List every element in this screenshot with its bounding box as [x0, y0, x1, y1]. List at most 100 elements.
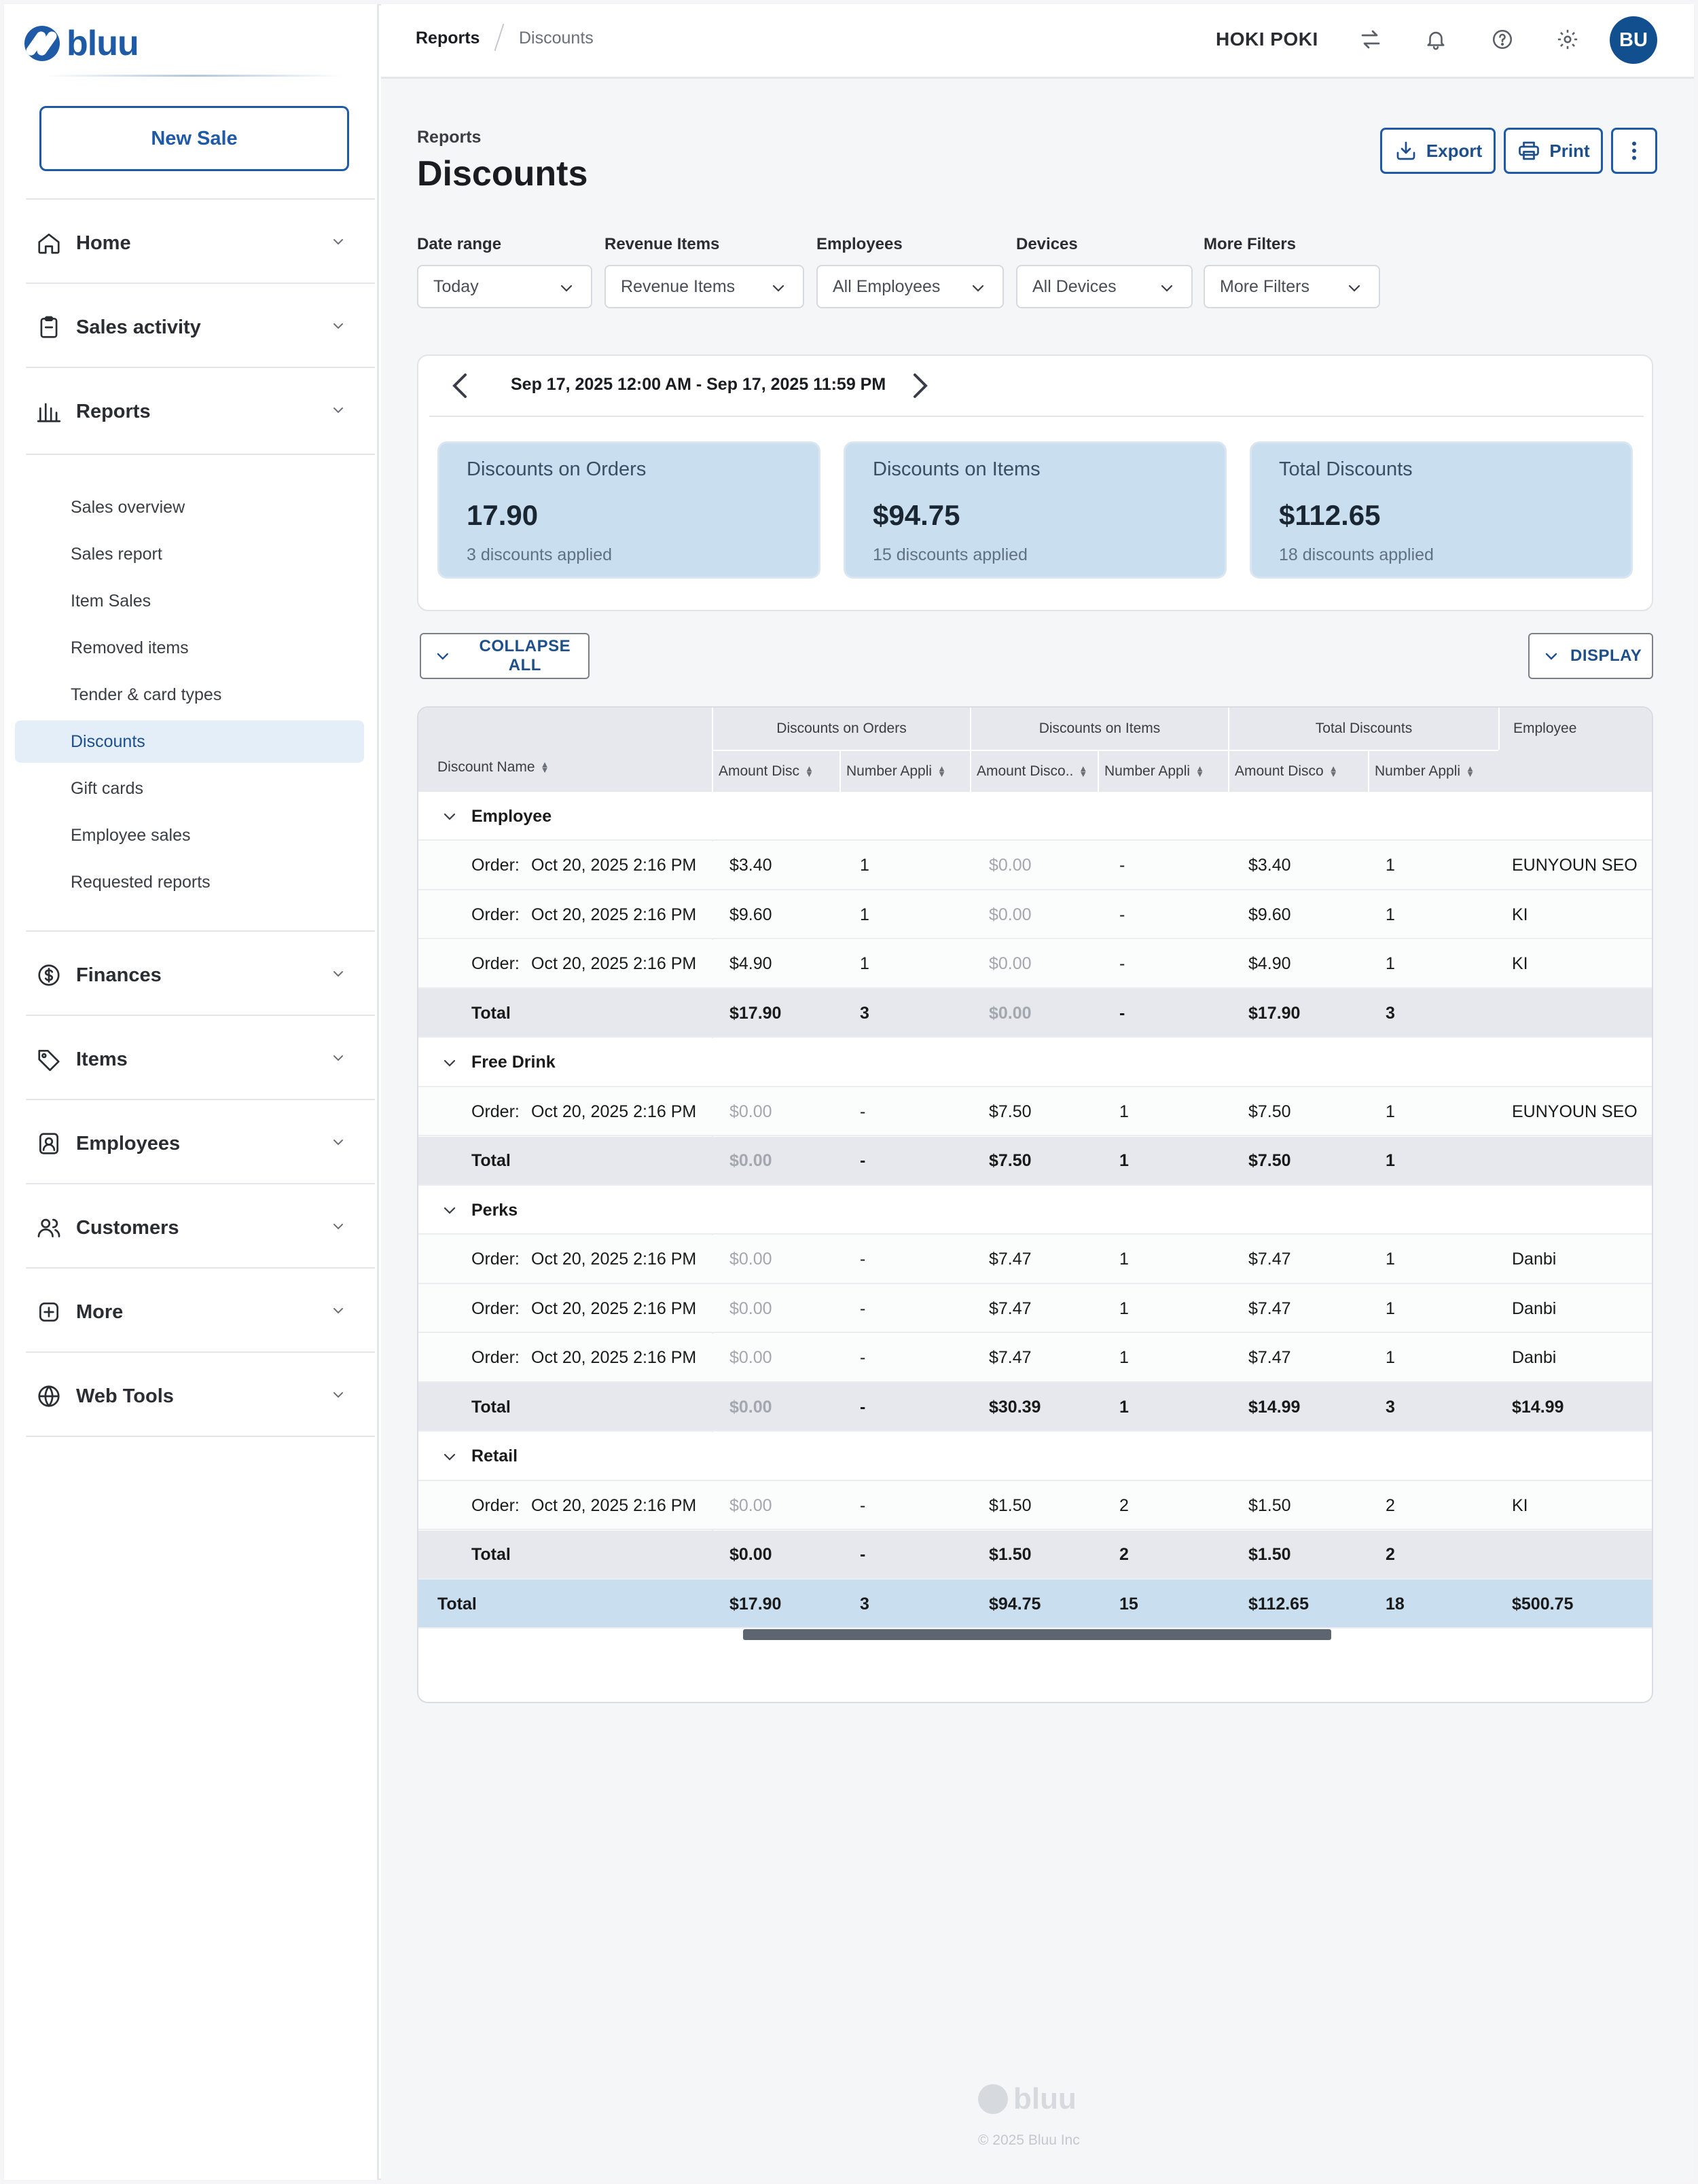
order-date[interactable]: Oct 20, 2025 2:16 PM — [531, 1334, 696, 1383]
sidebar-item-finances[interactable]: Finances — [26, 933, 375, 1017]
store-name[interactable]: HOKI POKI — [1216, 29, 1318, 50]
table-cell: $4.90 — [729, 954, 772, 973]
chevron-down-icon[interactable] — [441, 792, 458, 841]
report-link-removed-items[interactable]: Removed items — [15, 627, 364, 669]
sidebar-item-reports[interactable]: Reports — [26, 369, 375, 454]
nav-divider — [26, 930, 375, 932]
report-link-sales-overview[interactable]: Sales overview — [15, 486, 364, 528]
col-header[interactable]: Amount Disc ▲ ▼ — [712, 750, 839, 792]
group-total-label: Total — [471, 1397, 511, 1417]
table-cell: $0.00 — [729, 1151, 772, 1170]
order-date[interactable]: Oct 20, 2025 2:16 PM — [531, 1481, 696, 1530]
col-header-label: Amount Disco — [1235, 763, 1324, 779]
col-header[interactable]: Number Appli ▲ ▼ — [1098, 750, 1228, 792]
col-header[interactable]: Number Appli ▲ ▼ — [839, 750, 970, 792]
display-button[interactable]: DISPLAY — [1528, 633, 1653, 679]
order-date[interactable]: Oct 20, 2025 2:16 PM — [531, 940, 696, 989]
collapse-all-button[interactable]: COLLAPSE ALL — [420, 633, 590, 679]
print-button[interactable]: Print — [1504, 128, 1603, 174]
table-header: Discount Name ▲ ▼ Discounts on Orders Dis… — [418, 708, 1652, 792]
filter-select-revenue-items[interactable]: Revenue Items — [604, 265, 804, 308]
col-header-label: Number Appli — [1375, 763, 1461, 779]
table-row-group[interactable]: Free Drink — [418, 1038, 1652, 1087]
footer-copyright: © 2025 Bluu Inc — [978, 2132, 1080, 2148]
chevron-down-icon[interactable] — [441, 1432, 458, 1481]
gear-icon[interactable] — [1554, 26, 1581, 53]
report-link-discounts[interactable]: Discounts — [15, 721, 364, 763]
table-cell: $30.39 — [989, 1397, 1041, 1417]
order-date[interactable]: Oct 20, 2025 2:16 PM — [531, 1284, 696, 1333]
col-discount-name[interactable]: Discount Name ▲ ▼ — [437, 759, 549, 776]
order-date[interactable]: Oct 20, 2025 2:16 PM — [531, 1087, 696, 1136]
col-header[interactable]: Number Appli ▲ ▼ — [1368, 750, 1498, 792]
more-actions-button[interactable] — [1611, 128, 1657, 174]
table-row-group[interactable]: Retail — [418, 1432, 1652, 1481]
filter-select-date-range[interactable]: Today — [417, 265, 592, 308]
order-date[interactable]: Oct 20, 2025 2:16 PM — [531, 1235, 696, 1284]
sidebar-item-items[interactable]: Items — [26, 1017, 375, 1102]
table-cell: $0.00 — [729, 1298, 772, 1318]
table-cell: $500.75 — [1512, 1594, 1574, 1614]
sidebar-item-label: Items — [76, 1048, 128, 1070]
filter-select-more-filters[interactable]: More Filters — [1204, 265, 1380, 308]
col-header-label: Number Appli — [846, 763, 933, 779]
sidebar-item-sales-activity[interactable]: Sales activity — [26, 285, 375, 369]
table-cell: $0.00 — [989, 856, 1032, 875]
report-link-sales-report[interactable]: Sales report — [15, 533, 364, 575]
sidebar-item-more[interactable]: More — [26, 1270, 375, 1354]
group-header-total: Total Discounts — [1228, 708, 1498, 750]
sort-icon: ▲ ▼ — [1466, 763, 1475, 779]
table-cell: - — [860, 1250, 866, 1269]
sidebar-item-label: Web Tools — [76, 1385, 174, 1407]
order-date[interactable]: Oct 20, 2025 2:16 PM — [531, 890, 696, 939]
sidebar-item-customers[interactable]: Customers — [26, 1186, 375, 1270]
report-link-employee-sales[interactable]: Employee sales — [15, 814, 364, 856]
filter-select-employees[interactable]: All Employees — [816, 265, 1004, 308]
next-date-chevron-icon[interactable] — [911, 372, 929, 403]
brand-logo[interactable]: bluu — [24, 23, 139, 64]
sidebar-item-label: Home — [76, 232, 131, 254]
table-cell: - — [860, 1397, 866, 1417]
home-icon — [35, 230, 62, 257]
table-cell: - — [860, 1495, 866, 1515]
sort-icon: ▲ ▼ — [805, 763, 814, 779]
report-link-item-sales[interactable]: Item Sales — [15, 580, 364, 622]
user-avatar[interactable]: BU — [1610, 16, 1657, 64]
sidebar-item-label: Sales activity — [76, 316, 201, 338]
table-cell: 1 — [1119, 1151, 1129, 1170]
swap-icon[interactable] — [1357, 26, 1384, 53]
table-cell: $14.99 — [1512, 1397, 1564, 1417]
table-row-detail: Order: Oct 20, 2025 2:16 PM $4.90 1 $0.00 - $… — [418, 939, 1652, 989]
table-row-group[interactable]: Perks — [418, 1186, 1652, 1235]
card-value: $112.65 — [1279, 499, 1381, 531]
card-subtitle: 15 discounts applied — [873, 545, 1028, 564]
filter-select-devices[interactable]: All Devices — [1016, 265, 1193, 308]
users-icon — [35, 1214, 62, 1241]
chevron-down-icon — [330, 1387, 346, 1403]
export-button[interactable]: Export — [1380, 128, 1496, 174]
bluu-logo-icon — [24, 26, 60, 61]
col-header[interactable]: Amount Disco.. ▲ ▼ — [970, 750, 1098, 792]
chevron-down-icon — [330, 402, 346, 418]
chevron-down-icon[interactable] — [441, 1186, 458, 1235]
report-link-requested-reports[interactable]: Requested reports — [15, 861, 364, 903]
col-header[interactable]: Amount Disco ▲ ▼ — [1228, 750, 1368, 792]
footer-logo: bluu — [978, 2082, 1077, 2116]
prev-date-chevron-icon[interactable] — [451, 372, 469, 403]
bell-icon[interactable] — [1422, 26, 1449, 53]
sidebar-item-employees[interactable]: Employees — [26, 1102, 375, 1186]
order-date[interactable]: Oct 20, 2025 2:16 PM — [531, 841, 696, 890]
new-sale-button[interactable]: New Sale — [39, 106, 349, 171]
sidebar-item-home[interactable]: Home — [26, 201, 375, 285]
order-label: Order: — [471, 905, 520, 924]
report-link-tender-card-types[interactable]: Tender & card types — [15, 674, 364, 716]
table-cell: 1 — [1119, 1250, 1129, 1269]
table-row-total: Total $0.00 - $30.39 1 $14.99 3 $14.99 — [418, 1383, 1652, 1432]
sidebar-item-web-tools[interactable]: Web Tools — [26, 1354, 375, 1438]
help-icon[interactable] — [1489, 26, 1516, 53]
report-link-gift-cards[interactable]: Gift cards — [15, 767, 364, 809]
horizontal-scrollbar[interactable] — [743, 1629, 1331, 1640]
breadcrumb-reports[interactable]: Reports — [416, 29, 480, 48]
table-row-group[interactable]: Employee — [418, 792, 1652, 841]
chevron-down-icon[interactable] — [441, 1038, 458, 1087]
